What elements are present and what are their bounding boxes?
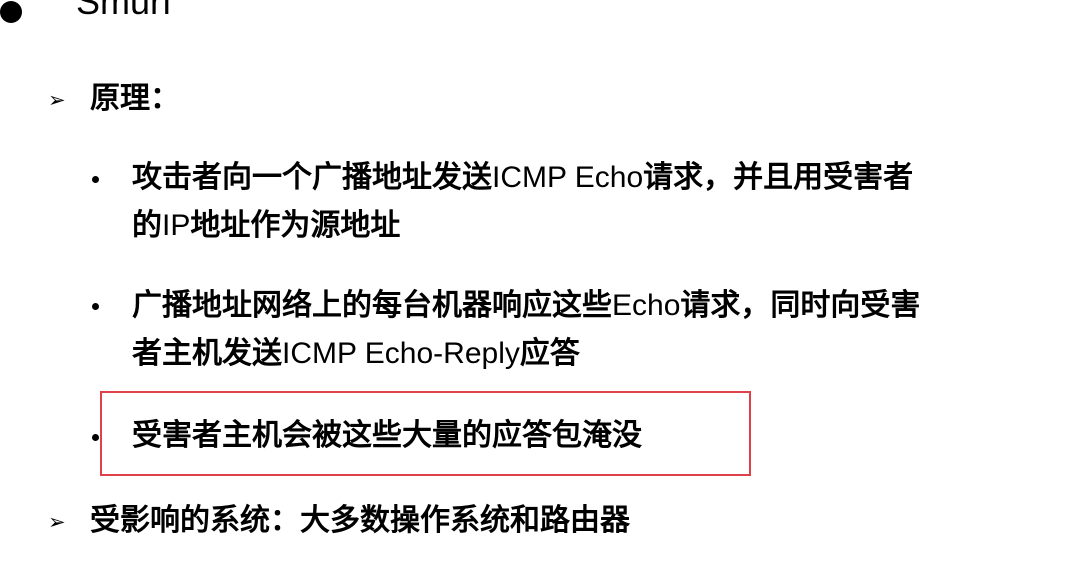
list-bullet-icon [92,176,99,183]
slide-title: Smurf [76,0,173,22]
list-item: 广播地址网络上的每台机器响应这些Echo请求，同时向受害者主机发送ICMP Ec… [132,282,1052,378]
list-item: 攻击者向一个广播地址发送ICMP Echo请求，并且用受害者的IP地址作为源地址 [132,154,1052,250]
item-text: 的 [132,208,162,243]
section-heading-principle: 原理： [90,81,180,116]
item-text: 请求，并且用受害者 [643,160,914,195]
item-text: 攻击者向一个广播地址发送 [132,160,492,195]
list-bullet-icon [92,303,99,310]
item-text: 应答 [519,336,580,371]
item-text: ICMP Echo [492,161,644,194]
item-text: IP [162,209,191,242]
item-text: Echo [612,289,681,322]
item-text: 请求，同时向受害 [680,288,921,323]
arrow-bullet-icon: ➢ [48,510,66,534]
item-text: 地址作为源地址 [190,208,401,243]
item-text: 者主机发送 [132,336,282,371]
list-bullet-icon [92,434,99,441]
arrow-bullet-icon: ➢ [48,88,66,112]
section-heading-affected-systems: 受影响的系统：大多数操作系统和路由器 [90,503,630,538]
item-text: 广播地址网络上的每台机器响应这些 [132,288,612,323]
item-text: ICMP Echo-Reply [282,337,520,370]
bullet-dot-icon [0,1,22,23]
highlight-box [100,391,751,476]
